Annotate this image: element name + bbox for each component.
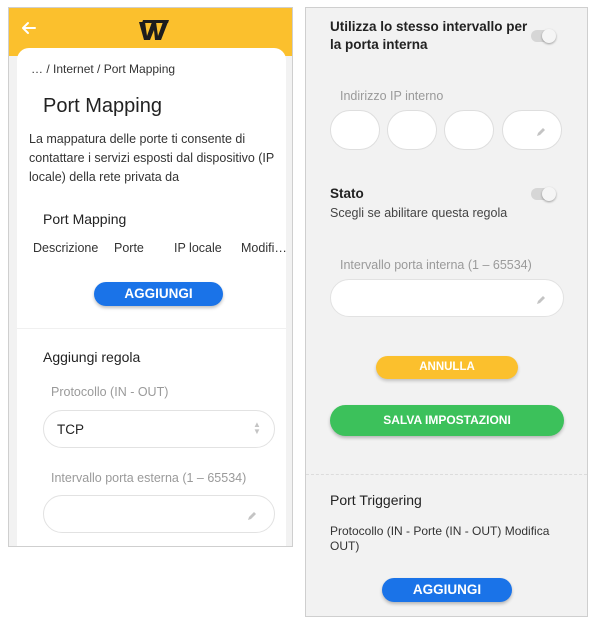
port-mapping-table-header: Descrizione Porte IP locale Modifi… (33, 241, 287, 257)
state-title: Stato (330, 186, 364, 201)
protocol-select-value: TCP (57, 422, 84, 437)
right-screen: Utilizza lo stesso intervallo per la por… (305, 7, 588, 617)
divider (17, 328, 286, 329)
protocol-label: Protocollo (IN - OUT) (51, 385, 169, 399)
pencil-icon (535, 293, 547, 305)
protocol-select[interactable]: TCP ▲ ▼ (43, 410, 275, 448)
page-description: La mappatura delle porte ti consente di … (29, 132, 275, 184)
column-header-local-ip: IP locale (174, 241, 222, 255)
page-title: Port Mapping (43, 95, 162, 117)
external-port-range-input[interactable] (43, 495, 275, 533)
internal-port-range-label: Intervallo porta interna (1 – 65534) (340, 258, 532, 272)
port-mapping-section-title: Port Mapping (43, 211, 127, 227)
same-interval-toggle[interactable] (531, 29, 556, 43)
pencil-icon (246, 509, 258, 521)
cancel-button[interactable]: ANNULLA (376, 356, 518, 379)
state-toggle[interactable] (531, 187, 556, 201)
divider (306, 474, 587, 475)
add-mapping-button[interactable]: AGGIUNGI (94, 282, 223, 306)
internal-ip-label: Indirizzo IP interno (340, 89, 444, 103)
ip-octet-3-input[interactable] (444, 110, 494, 150)
brand-logo (135, 16, 171, 44)
column-header-ports: Porte (114, 241, 144, 255)
breadcrumb[interactable]: … / Internet / Port Mapping (31, 62, 175, 76)
left-screen: … / Internet / Port Mapping Port Mapping… (8, 7, 293, 547)
column-header-modify: Modifi… (241, 241, 287, 255)
arrow-left-icon[interactable] (19, 18, 41, 40)
ip-octet-1-input[interactable] (330, 110, 380, 150)
external-port-range-label: Intervallo porta esterna (1 – 65534) (51, 471, 247, 485)
updown-chevron-icon: ▲ ▼ (253, 420, 261, 436)
content-card: … / Internet / Port Mapping Port Mapping… (17, 48, 287, 546)
pencil-icon (535, 125, 547, 137)
port-triggering-table-header: Protocollo (IN - Porte (IN - OUT) Modifi… (330, 524, 550, 553)
internal-port-range-input[interactable] (330, 279, 564, 317)
state-subtitle: Scegli se abilitare questa regola (330, 206, 508, 220)
column-header-description: Descrizione (33, 241, 99, 255)
add-trigger-button[interactable]: AGGIUNGI (382, 578, 512, 602)
add-rule-title: Aggiungi regola (43, 349, 141, 365)
same-interval-label: Utilizza lo stesso intervallo per la por… (330, 19, 528, 52)
ip-octet-2-input[interactable] (387, 110, 437, 150)
ip-octet-4-input[interactable] (502, 110, 562, 150)
port-triggering-title: Port Triggering (330, 492, 422, 508)
save-settings-button[interactable]: SALVA IMPOSTAZIONI (330, 405, 564, 436)
